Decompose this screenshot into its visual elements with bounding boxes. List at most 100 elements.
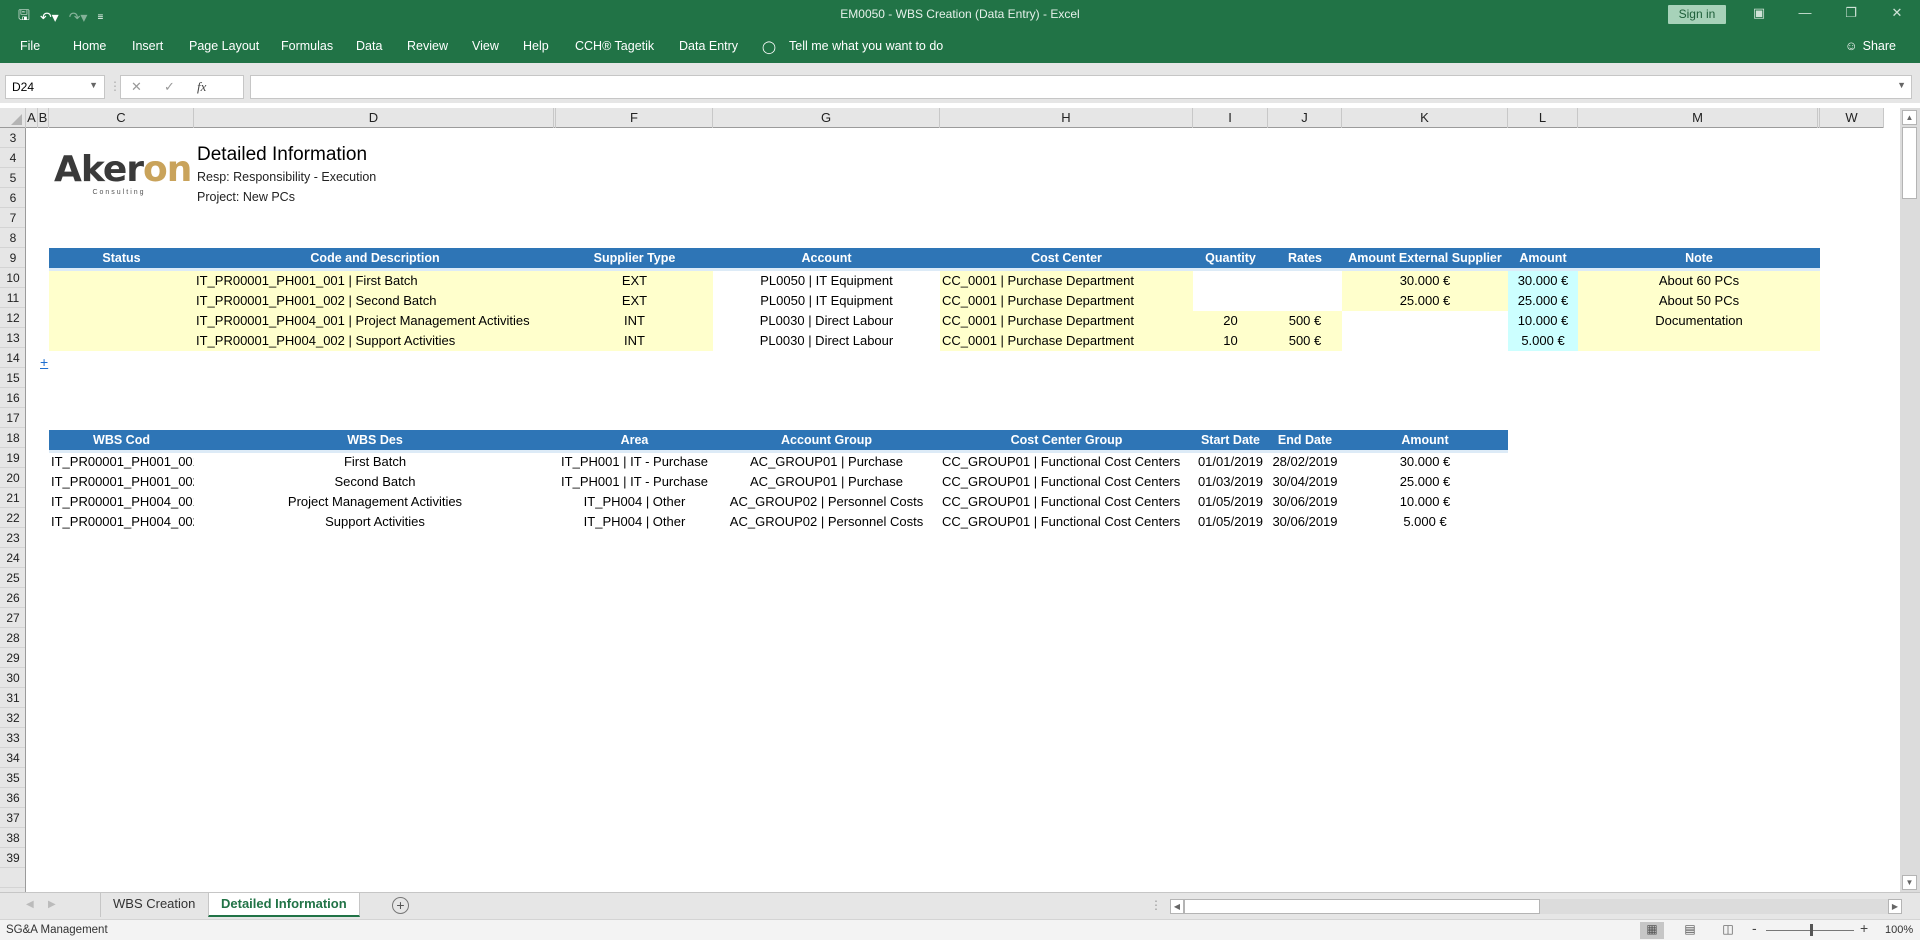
tab-data[interactable]: Data [356, 39, 382, 53]
row-header[interactable]: 22 [0, 508, 25, 528]
horizontal-scrollbar[interactable]: ◀ ▶ [1170, 899, 1902, 914]
tab-insert[interactable]: Insert [132, 39, 163, 53]
expand-formula-bar-icon[interactable]: ▼ [1897, 80, 1906, 90]
wbs-des-cell[interactable]: Second Batch [194, 472, 556, 492]
worksheet-grid[interactable]: Akeron Consulting Detailed Information R… [26, 128, 1900, 892]
amount-cell[interactable]: 5.000 € [1508, 331, 1578, 351]
scroll-up-icon[interactable]: ▲ [1902, 110, 1917, 125]
wbs-amount-cell[interactable]: 10.000 € [1342, 492, 1508, 512]
column-header-w[interactable]: W [1820, 108, 1884, 128]
tab-page-layout[interactable]: Page Layout [189, 39, 259, 53]
row-header[interactable]: 31 [0, 688, 25, 708]
amount-cell[interactable]: 10.000 € [1508, 311, 1578, 331]
status-cell[interactable] [49, 311, 194, 331]
column-header-a[interactable]: A [26, 108, 38, 128]
row-header[interactable]: 29 [0, 648, 25, 668]
supplier-type-cell[interactable]: INT [556, 331, 713, 351]
account-group-cell[interactable]: AC_GROUP02 | Personnel Costs [713, 492, 940, 512]
row-header[interactable]: 32 [0, 708, 25, 728]
cc-group-cell[interactable]: CC_GROUP01 | Functional Cost Centers [940, 452, 1193, 472]
scroll-right-icon[interactable]: ▶ [1888, 899, 1902, 914]
wbs-des-cell[interactable]: First Batch [194, 452, 556, 472]
note-cell[interactable] [1578, 331, 1820, 351]
account-cell[interactable]: PL0030 | Direct Labour [713, 331, 940, 351]
quantity-cell[interactable]: 20 [1193, 311, 1268, 331]
cc-group-cell[interactable]: CC_GROUP01 | Functional Cost Centers [940, 472, 1193, 492]
insert-function-icon[interactable]: fx [197, 79, 206, 95]
row-header[interactable]: 12 [0, 308, 25, 328]
row-header[interactable]: 16 [0, 388, 25, 408]
zoom-level[interactable]: 100% [1885, 924, 1913, 936]
row-header[interactable]: 10 [0, 268, 25, 288]
cc-group-cell[interactable]: CC_GROUP01 | Functional Cost Centers [940, 512, 1193, 532]
select-all-button[interactable] [0, 108, 26, 128]
row-header[interactable]: 33 [0, 728, 25, 748]
cc-group-cell[interactable]: CC_GROUP01 | Functional Cost Centers [940, 492, 1193, 512]
row-header[interactable]: 7 [0, 208, 25, 228]
quantity-cell[interactable] [1193, 291, 1268, 311]
vertical-scrollbar[interactable]: ▲ ▼ [1900, 108, 1920, 892]
tab-split-handle[interactable]: ⋮ [1150, 898, 1162, 912]
cost-center-cell[interactable]: CC_0001 | Purchase Department [940, 271, 1193, 291]
add-row-link[interactable]: + [40, 354, 48, 370]
account-group-cell[interactable]: AC_GROUP02 | Personnel Costs [713, 512, 940, 532]
account-cell[interactable]: PL0050 | IT Equipment [713, 271, 940, 291]
wbs-cod-cell[interactable]: IT_PR00001_PH001_002 [49, 472, 194, 492]
row-header[interactable]: 27 [0, 608, 25, 628]
row-header[interactable]: 25 [0, 568, 25, 588]
ribbon-display-options-icon[interactable]: ▣ [1744, 5, 1774, 21]
minimize-icon[interactable]: — [1790, 5, 1820, 20]
wbs-des-cell[interactable]: Support Activities [194, 512, 556, 532]
column-header-c[interactable]: C [49, 108, 194, 128]
tab-review[interactable]: Review [407, 39, 448, 53]
column-header-b[interactable]: B [38, 108, 49, 128]
scroll-left-icon[interactable]: ◀ [1170, 899, 1184, 914]
status-cell[interactable] [49, 271, 194, 291]
zoom-in-icon[interactable]: + [1860, 920, 1868, 936]
sheet-tab-wbs-creation[interactable]: WBS Creation [100, 893, 207, 917]
quantity-cell[interactable] [1193, 271, 1268, 291]
status-cell[interactable] [49, 291, 194, 311]
zoom-out-icon[interactable]: - [1752, 920, 1757, 936]
row-header[interactable]: 23 [0, 528, 25, 548]
wbs-cod-cell[interactable]: IT_PR00001_PH001_001 [49, 452, 194, 472]
previous-sheet-icon[interactable]: ◀ [26, 899, 34, 910]
wbs-amount-cell[interactable]: 5.000 € [1342, 512, 1508, 532]
account-cell[interactable]: PL0050 | IT Equipment [713, 291, 940, 311]
restore-icon[interactable]: ❐ [1836, 5, 1866, 21]
column-header-g[interactable]: G [713, 108, 940, 128]
row-header[interactable]: 38 [0, 828, 25, 848]
code-cell[interactable]: IT_PR00001_PH001_001 | First Batch [194, 271, 556, 291]
sheet-tab-detailed-information[interactable]: Detailed Information [208, 893, 360, 917]
tab-help[interactable]: Help [523, 39, 549, 53]
add-sheet-icon[interactable]: + [392, 897, 409, 914]
end-date-cell[interactable]: 30/06/2019 [1268, 492, 1342, 512]
row-header[interactable]: 20 [0, 468, 25, 488]
column-header-h[interactable]: H [940, 108, 1193, 128]
next-sheet-icon[interactable]: ▶ [48, 899, 56, 910]
enter-icon[interactable]: ✓ [164, 79, 175, 95]
end-date-cell[interactable]: 30/04/2019 [1268, 472, 1342, 492]
note-cell[interactable]: About 60 PCs [1578, 271, 1820, 291]
start-date-cell[interactable]: 01/05/2019 [1193, 492, 1268, 512]
wbs-amount-cell[interactable]: 30.000 € [1342, 452, 1508, 472]
formula-input[interactable]: ▼ [250, 75, 1912, 99]
normal-view-icon[interactable]: ▦ [1640, 922, 1664, 939]
area-cell[interactable]: IT_PH004 | Other [556, 512, 713, 532]
column-header-i[interactable]: I [1193, 108, 1268, 128]
amount-cell[interactable]: 30.000 € [1508, 271, 1578, 291]
row-header[interactable]: 36 [0, 788, 25, 808]
row-header[interactable]: 13 [0, 328, 25, 348]
column-header-d[interactable]: D [194, 108, 556, 128]
horizontal-scroll-thumb[interactable] [1184, 899, 1540, 914]
area-cell[interactable]: IT_PH001 | IT - Purchase [556, 472, 713, 492]
start-date-cell[interactable]: 01/05/2019 [1193, 512, 1268, 532]
row-header[interactable]: 39 [0, 848, 25, 868]
row-header[interactable]: 15 [0, 368, 25, 388]
row-header[interactable]: 35 [0, 768, 25, 788]
row-header[interactable]: 19 [0, 448, 25, 468]
zoom-knob[interactable] [1810, 924, 1813, 936]
share-button[interactable]: ☺ Share [1845, 39, 1896, 53]
amount-ext-cell[interactable]: 25.000 € [1342, 291, 1508, 311]
cost-center-cell[interactable]: CC_0001 | Purchase Department [940, 291, 1193, 311]
